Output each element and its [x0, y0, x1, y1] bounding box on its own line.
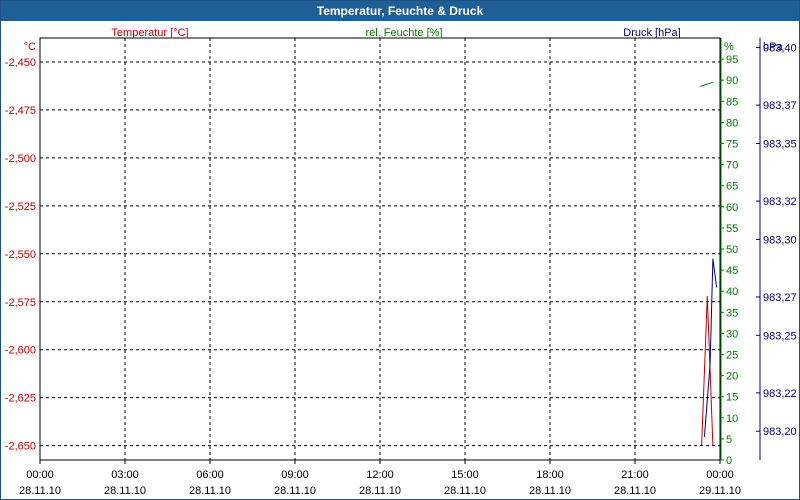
humidity-tick-label: 80	[726, 117, 738, 129]
temperature-tick-label: -2,650	[5, 441, 36, 453]
temperature-tick-label: -2,600	[5, 345, 36, 357]
x-tick-time: 15:00	[451, 469, 479, 481]
temperature-tick-label: -2,450	[5, 57, 36, 69]
pressure-tick-label: 983,25	[763, 330, 797, 342]
humidity-tick-label: 10	[726, 413, 738, 425]
pressure-unit: hPa	[763, 41, 783, 53]
pressure-tick-label: 983,32	[763, 196, 797, 208]
x-tick-time: 03:00	[111, 469, 139, 481]
humidity-tick-label: 35	[726, 307, 738, 319]
x-tick-date: 28.11.10	[359, 485, 401, 497]
humidity-tick-label: 95	[726, 54, 738, 66]
x-tick-date: 28.11.10	[104, 485, 146, 497]
x-tick-date: 28.11.10	[529, 485, 571, 497]
x-tick-time: 00:00	[706, 469, 734, 481]
temperature-tick-label: -2,475	[5, 105, 36, 117]
humidity-tick-label: 0	[726, 455, 732, 467]
humidity-axis-title: rel. Feuchte [%]	[365, 27, 442, 39]
humidity-tick-label: 90	[726, 75, 738, 87]
x-tick-time: 18:00	[536, 469, 564, 481]
humidity-tick-label: 75	[726, 139, 738, 151]
x-tick-time: 00:00	[26, 469, 54, 481]
temperature-tick-label: -2,525	[5, 201, 36, 213]
pressure-axis-title: Druck [hPa]	[623, 27, 680, 39]
pressure-tick-label: 983,22	[763, 388, 797, 400]
temperature-tick-label: -2,575	[5, 297, 36, 309]
x-tick-date: 28.11.10	[614, 485, 656, 497]
x-tick-time: 21:00	[621, 469, 649, 481]
humidity-tick-label: 60	[726, 202, 738, 214]
humidity-tick-label: 55	[726, 223, 738, 235]
pressure-tick-label: 983,30	[763, 234, 797, 246]
x-tick-date: 28.11.10	[444, 485, 486, 497]
pressure-tick-label: 983,20	[763, 426, 797, 438]
humidity-tick-label: 15	[726, 392, 738, 404]
humidity-tick-label: 25	[726, 350, 738, 362]
pressure-tick-label: 983,37	[763, 100, 797, 112]
x-tick-date: 29.11.10	[699, 485, 741, 497]
x-tick-time: 12:00	[366, 469, 394, 481]
x-tick-date: 28.11.10	[19, 485, 61, 497]
pressure-tick-label: 983,27	[763, 292, 797, 304]
humidity-tick-label: 40	[726, 286, 738, 298]
humidity-tick-label: 5	[726, 434, 732, 446]
temperature-unit: °C	[24, 41, 36, 53]
humidity-tick-label: 30	[726, 328, 738, 340]
x-tick-date: 28.11.10	[189, 485, 231, 497]
humidity-tick-label: 50	[726, 244, 738, 256]
x-tick-time: 06:00	[196, 469, 224, 481]
temperature-tick-label: -2,625	[5, 393, 36, 405]
humidity-tick-label: 45	[726, 265, 738, 277]
chart-svg: 00:00 28.11.10 03:00 28.11.10 06:00 28.11.10 0…	[5, 27, 797, 497]
humidity-tick-label: 70	[726, 160, 738, 172]
humidity-tick-label: 65	[726, 181, 738, 193]
humidity-tick-label: 85	[726, 96, 738, 108]
pressure-tick-label: 983,35	[763, 139, 797, 151]
humidity-unit: %	[724, 41, 734, 53]
humidity-tick-label: 20	[726, 371, 738, 383]
x-tick-date: 28.11.10	[274, 485, 316, 497]
temperature-axis-title: Temperatur [°C]	[111, 27, 188, 39]
temperature-tick-label: -2,550	[5, 249, 36, 261]
temperature-tick-label: -2,500	[5, 153, 36, 165]
x-tick-time: 09:00	[281, 469, 309, 481]
